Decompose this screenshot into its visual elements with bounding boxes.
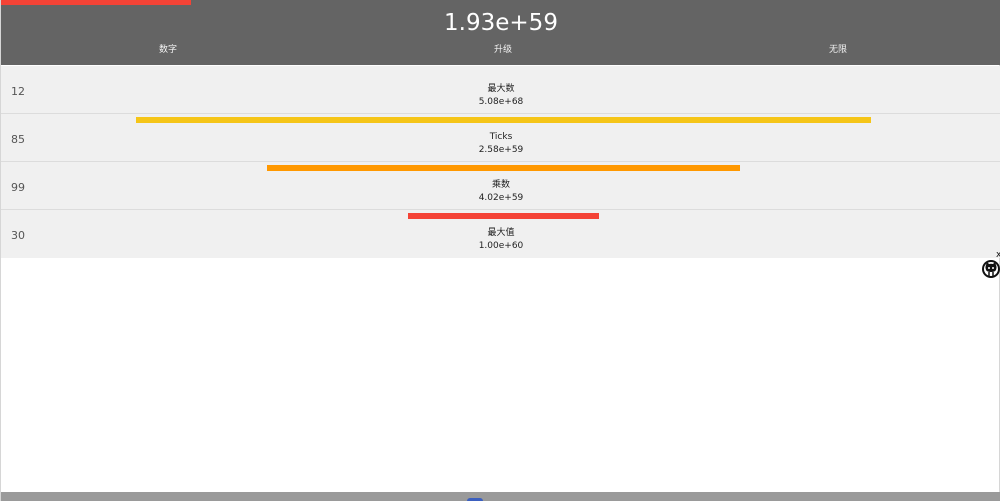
octocat-icon-graphic <box>982 260 1000 278</box>
stats-list: 12 最大数 5.08e+68 85 Ticks 2.58e+59 99 乘数 … <box>1 66 1000 258</box>
row-value: 2.58e+59 <box>478 145 524 155</box>
tab-infinity[interactable]: 无限 <box>778 44 898 56</box>
row-progress-bar <box>408 213 599 219</box>
row-label: 最大值 <box>487 228 515 238</box>
app-page: 1.93e+59 数字 升级 无限 12 最大数 5.08e+68 85 Tic… <box>0 0 1000 501</box>
row-label: Ticks <box>489 132 513 142</box>
row-progress-bar <box>267 165 740 171</box>
row-label: 乘数 <box>491 180 510 190</box>
list-item[interactable]: 12 最大数 5.08e+68 <box>1 66 1000 123</box>
row-label: 最大数 <box>487 84 515 94</box>
current-number: 1.93e+59 <box>444 10 558 36</box>
row-progress-bar <box>136 117 871 123</box>
row-value: 1.00e+60 <box>478 241 524 251</box>
header-progress-bar <box>1 0 191 5</box>
bottom-bar <box>1 492 1000 501</box>
tab-upgrades[interactable]: 升级 <box>443 44 563 56</box>
header: 1.93e+59 数字 升级 无限 <box>1 0 1000 65</box>
row-value: 4.02e+59 <box>478 193 524 203</box>
tab-numbers[interactable]: 数字 <box>108 44 228 56</box>
octocat-icon[interactable] <box>981 259 1000 279</box>
row-value: 5.08e+68 <box>478 97 524 107</box>
